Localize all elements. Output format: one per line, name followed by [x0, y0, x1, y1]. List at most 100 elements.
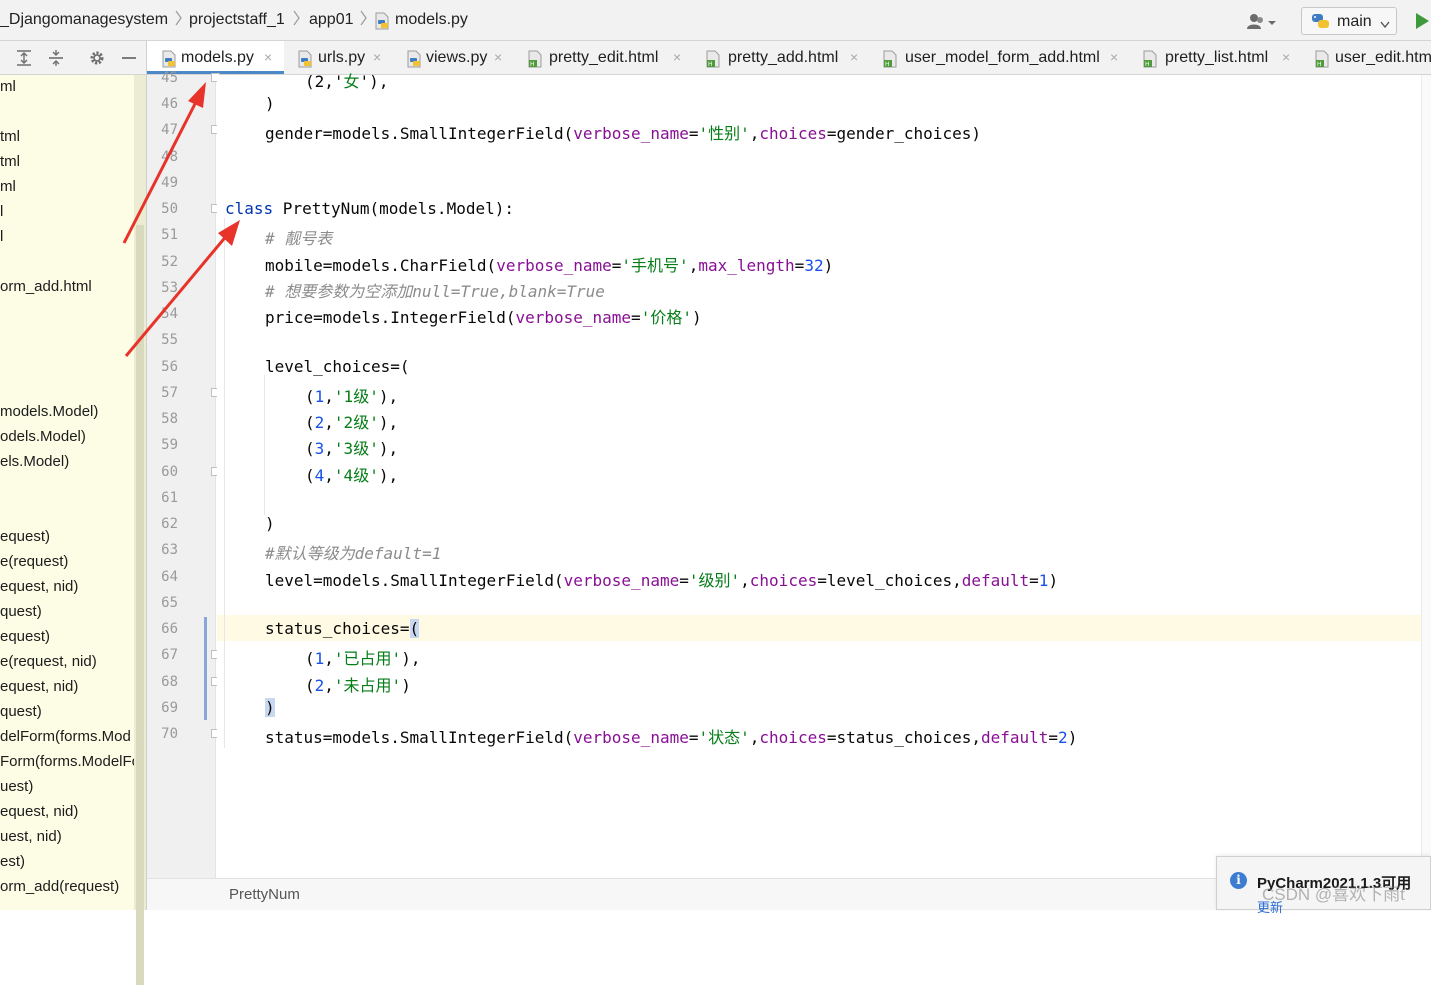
vcs-change-marker[interactable] [204, 617, 207, 720]
indent-guide [264, 375, 265, 515]
tree-item[interactable]: els.Model) [0, 453, 69, 470]
code-line-60: (4,'4级'), [305, 466, 399, 485]
line-number: 50 [161, 201, 178, 217]
svg-text:H: H [1317, 61, 1322, 68]
branch-label: main [1337, 13, 1372, 30]
line-number: 51 [161, 227, 178, 243]
project-tree: ml tml tml ml l l orm_add.html models.Mo… [0, 75, 134, 910]
tab-pretty-list[interactable]: H pretty_list.html × [1130, 41, 1302, 74]
project-toolbar [0, 41, 147, 75]
python-file-icon [374, 12, 390, 30]
tree-item[interactable]: tml [0, 153, 20, 170]
indent-guide [224, 218, 225, 748]
tree-item[interactable]: quest) [0, 703, 42, 720]
chevron-right-icon [293, 10, 300, 26]
tree-item[interactable]: odels.Model) [0, 428, 86, 445]
navigation-bar: _Djangomanagesystem projectstaff_1 app01… [0, 0, 1431, 41]
tree-item[interactable]: equest) [0, 628, 50, 645]
tree-item[interactable]: uest) [0, 778, 33, 795]
tree-item[interactable]: e(request) [0, 553, 68, 570]
info-icon: i [1230, 872, 1247, 889]
code-line-56: level_choices=( [265, 357, 410, 376]
line-number: 60 [161, 464, 178, 480]
tab-label: user_edit.htm [1335, 49, 1431, 66]
line-number: 52 [161, 254, 178, 270]
scrollbar-thumb[interactable] [136, 225, 144, 985]
python-file-icon [406, 50, 422, 68]
editor-scrollbar[interactable] [1421, 75, 1431, 878]
tab-label: pretty_add.html [728, 49, 839, 66]
tree-item[interactable]: l [0, 228, 3, 245]
branch-selector-button[interactable]: main [1301, 7, 1397, 35]
line-number: 56 [161, 359, 178, 375]
tab-user-model-form-add[interactable]: H user_model_form_add.html × [870, 41, 1130, 74]
code-line-45: (2,'女'), [305, 72, 389, 91]
code-line-53: # 想要参数为空添加null=True,blank=True [265, 282, 605, 301]
html-file-icon: H [882, 50, 898, 68]
tree-item[interactable]: ml [0, 178, 16, 195]
breadcrumb-file[interactable]: models.py [395, 11, 468, 29]
tab-pretty-edit[interactable]: H pretty_edit.html × [514, 41, 693, 74]
tab-views-py[interactable]: views.py × [393, 41, 514, 74]
tree-item[interactable]: orm_add(request) [0, 878, 119, 895]
line-number: 63 [161, 542, 178, 558]
tree-item[interactable]: tml [0, 128, 20, 145]
breadcrumb-folder[interactable]: projectstaff_1 [189, 11, 285, 29]
user-icon[interactable] [1245, 12, 1281, 32]
gear-icon[interactable] [88, 49, 106, 67]
close-icon[interactable]: × [494, 49, 502, 65]
tree-item[interactable]: models.Model) [0, 403, 98, 420]
line-number: 67 [161, 647, 178, 663]
code-line-69: ) [265, 698, 275, 717]
code-line-66: status_choices=( [265, 619, 420, 638]
close-icon[interactable]: × [1110, 49, 1118, 65]
line-number: 69 [161, 700, 178, 716]
close-icon[interactable]: × [264, 49, 272, 65]
expand-all-icon[interactable] [15, 49, 33, 67]
code-line-52: mobile=models.CharField(verbose_name='手机… [265, 256, 834, 275]
code-line-47: gender=models.SmallIntegerField(verbose_… [265, 124, 981, 143]
tree-item[interactable]: Form(forms.ModelFo [0, 753, 134, 770]
tab-user-edit[interactable]: H user_edit.htm [1302, 41, 1431, 74]
tree-item[interactable]: equest) [0, 528, 50, 545]
tree-scrollbar[interactable] [134, 75, 146, 985]
tab-label: models.py [181, 49, 254, 66]
breadcrumb-project[interactable]: _Djangomanagesystem [0, 11, 168, 29]
tree-item[interactable]: quest) [0, 603, 42, 620]
tab-pretty-add[interactable]: H pretty_add.html × [693, 41, 870, 74]
chevron-right-icon [175, 10, 182, 26]
close-icon[interactable]: × [850, 49, 858, 65]
minimize-icon[interactable] [120, 49, 138, 67]
tree-item[interactable]: e(request, nid) [0, 653, 97, 670]
line-number: 70 [161, 726, 178, 742]
structure-breadcrumb[interactable]: PrettyNum [229, 886, 300, 903]
tree-item[interactable]: delForm(forms.Mod [0, 728, 131, 745]
close-icon[interactable]: × [673, 49, 681, 65]
code-line-63: #默认等级为default=1 [265, 544, 442, 563]
tree-item[interactable]: uest, nid) [0, 828, 62, 845]
close-icon[interactable]: × [1282, 49, 1290, 65]
line-number: 66 [161, 621, 178, 637]
chevron-down-icon [1380, 16, 1390, 34]
svg-text:H: H [708, 61, 713, 68]
tree-item[interactable]: l [0, 203, 3, 220]
python-file-icon [297, 50, 313, 68]
tree-item[interactable]: ml [0, 78, 16, 95]
code-line-54: price=models.IntegerField(verbose_name='… [265, 308, 702, 327]
tree-item[interactable]: equest, nid) [0, 678, 78, 695]
breadcrumb-folder[interactable]: app01 [309, 11, 354, 29]
code-editor[interactable] [217, 75, 1427, 878]
code-line-57: (1,'1级'), [305, 387, 399, 406]
line-number: 57 [161, 385, 178, 401]
line-number: 59 [161, 437, 178, 453]
line-number: 65 [161, 595, 178, 611]
html-file-icon: H [705, 50, 721, 68]
tree-item[interactable]: equest, nid) [0, 578, 78, 595]
close-icon[interactable]: × [373, 49, 381, 65]
tree-item[interactable]: est) [0, 853, 25, 870]
tree-item[interactable]: equest, nid) [0, 803, 78, 820]
run-icon[interactable] [1416, 13, 1429, 29]
html-file-icon: H [1142, 50, 1158, 68]
collapse-all-icon[interactable] [47, 49, 65, 67]
tree-item[interactable]: orm_add.html [0, 278, 92, 295]
